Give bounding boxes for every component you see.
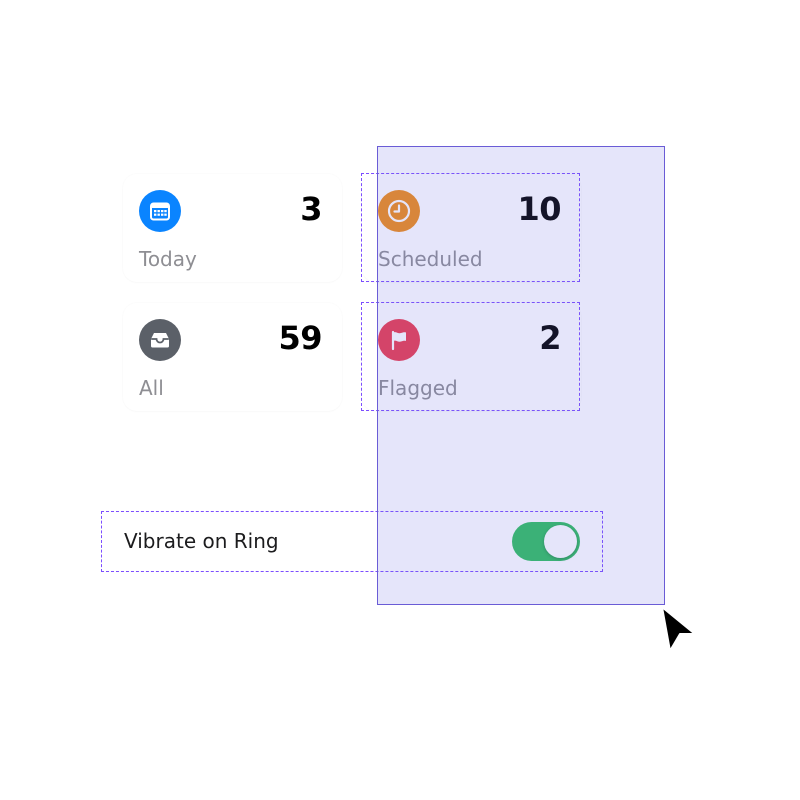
tile-today[interactable]: 3 Today bbox=[123, 174, 342, 282]
tile-flagged[interactable]: 2 Flagged bbox=[362, 303, 581, 411]
today-count: 3 bbox=[300, 190, 322, 228]
today-label: Today bbox=[139, 247, 197, 271]
vibrate-on-ring-row[interactable]: Vibrate on Ring bbox=[102, 512, 602, 571]
scheduled-label: Scheduled bbox=[378, 247, 483, 271]
flag-icon bbox=[378, 319, 420, 361]
scheduled-count: 10 bbox=[517, 190, 561, 228]
vibrate-on-ring-label: Vibrate on Ring bbox=[124, 529, 279, 553]
all-label: All bbox=[139, 376, 164, 400]
tile-scheduled[interactable]: 10 Scheduled bbox=[362, 174, 581, 282]
clock-icon bbox=[378, 190, 420, 232]
tray-icon bbox=[139, 319, 181, 361]
arrow-cursor-icon bbox=[661, 606, 696, 652]
toggle-knob[interactable] bbox=[544, 525, 577, 558]
tile-all[interactable]: 59 All bbox=[123, 303, 342, 411]
all-count: 59 bbox=[278, 319, 322, 357]
calendar-icon bbox=[139, 190, 181, 232]
vibrate-on-ring-toggle[interactable] bbox=[512, 522, 580, 561]
flagged-count: 2 bbox=[539, 319, 561, 357]
flagged-label: Flagged bbox=[378, 376, 458, 400]
